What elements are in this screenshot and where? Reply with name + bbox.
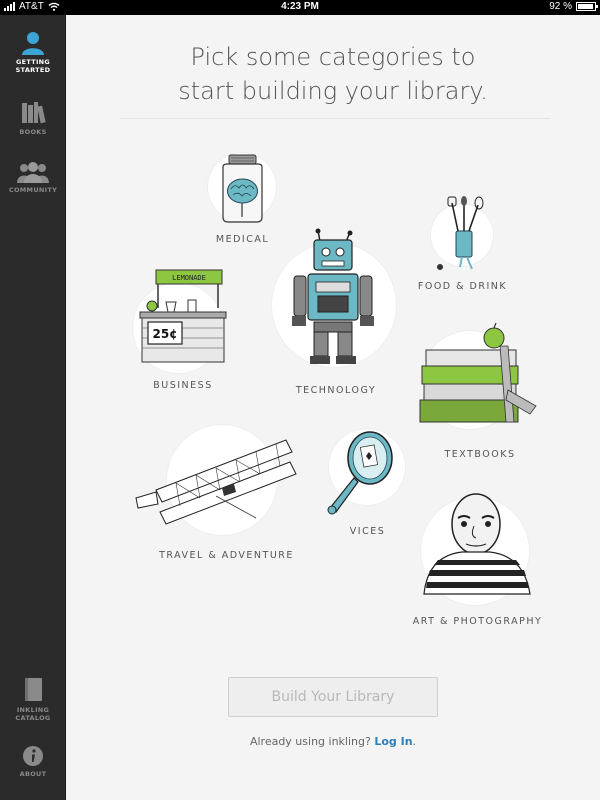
sidebar-item-getting-started[interactable]: GETTING STARTED xyxy=(0,31,66,74)
category-business[interactable]: LEMONADE 25¢ BUSINESS xyxy=(128,268,238,396)
community-icon xyxy=(17,162,49,183)
sidebar-item-books[interactable]: BOOKS xyxy=(0,101,66,136)
category-label: BUSINESS xyxy=(153,380,213,391)
stand-price-text: 25¢ xyxy=(152,327,177,341)
sidebar-item-label: ABOUT xyxy=(19,770,47,778)
page-title: Pick some categories to start building y… xyxy=(66,40,600,108)
hand-mirror-icon xyxy=(327,431,393,515)
lemonade-stand-icon: LEMONADE 25¢ xyxy=(139,269,227,363)
kitchen-utensils-icon xyxy=(437,196,484,270)
category-label: ART & PHOTOGRAPHY xyxy=(412,616,543,627)
person-icon xyxy=(22,32,44,55)
title-line-1: Pick some categories to xyxy=(190,43,476,71)
artist-portrait-icon xyxy=(423,493,531,595)
sidebar-item-about[interactable]: ABOUT xyxy=(0,745,66,778)
divider xyxy=(120,118,550,119)
sidebar-item-label: INKLING CATALOG xyxy=(15,706,51,722)
sidebar: GETTING STARTED BOOKS COMMUNITY INKLING … xyxy=(0,15,66,800)
category-travel-adventure[interactable]: TRAVEL & ADVENTURE xyxy=(135,418,306,568)
stand-sign-text: LEMONADE xyxy=(172,274,206,282)
category-label: TEXTBOOKS xyxy=(444,449,516,460)
sidebar-item-label: BOOKS xyxy=(19,128,47,136)
sidebar-item-inkling-catalog[interactable]: INKLING CATALOG xyxy=(0,677,66,722)
title-line-2: start building your library. xyxy=(178,77,488,105)
category-label: TRAVEL & ADVENTURE xyxy=(159,550,294,561)
category-technology[interactable]: TECHNOLOGY xyxy=(266,228,406,403)
category-label: TECHNOLOGY xyxy=(295,385,377,396)
books-icon xyxy=(22,102,46,124)
battery-icon xyxy=(576,2,598,11)
robot-icon xyxy=(292,228,374,364)
sidebar-item-label: GETTING STARTED xyxy=(15,58,51,74)
category-label: FOOD & DRINK xyxy=(417,281,508,292)
category-vices[interactable]: VICES xyxy=(320,420,415,540)
battery-percent: 92 % xyxy=(549,1,572,12)
brain-jar-icon xyxy=(222,154,263,223)
build-library-button[interactable]: Build Your Library xyxy=(228,677,438,717)
sidebar-item-label: COMMUNITY xyxy=(8,186,58,194)
book-stack-apple-icon xyxy=(419,322,537,423)
login-suffix: . xyxy=(412,735,417,748)
category-textbooks[interactable]: TEXTBOOKS xyxy=(412,322,540,462)
login-prompt: Already using inkling? Log In. xyxy=(66,735,600,748)
clock: 4:23 PM xyxy=(281,1,319,12)
sidebar-item-community[interactable]: COMMUNITY xyxy=(0,161,66,194)
catalog-book-icon xyxy=(25,678,42,701)
category-art-photography[interactable]: ART & PHOTOGRAPHY xyxy=(410,490,545,630)
biplane-icon xyxy=(135,439,297,525)
category-label: VICES xyxy=(349,526,386,537)
category-food-drink[interactable]: FOOD & DRINK xyxy=(418,195,510,295)
login-link[interactable]: Log In xyxy=(374,735,412,748)
info-icon xyxy=(23,746,43,766)
login-prompt-text: Already using inkling? xyxy=(249,735,371,748)
status-bar: AT&T 4:23 PM 92 % xyxy=(0,0,600,15)
